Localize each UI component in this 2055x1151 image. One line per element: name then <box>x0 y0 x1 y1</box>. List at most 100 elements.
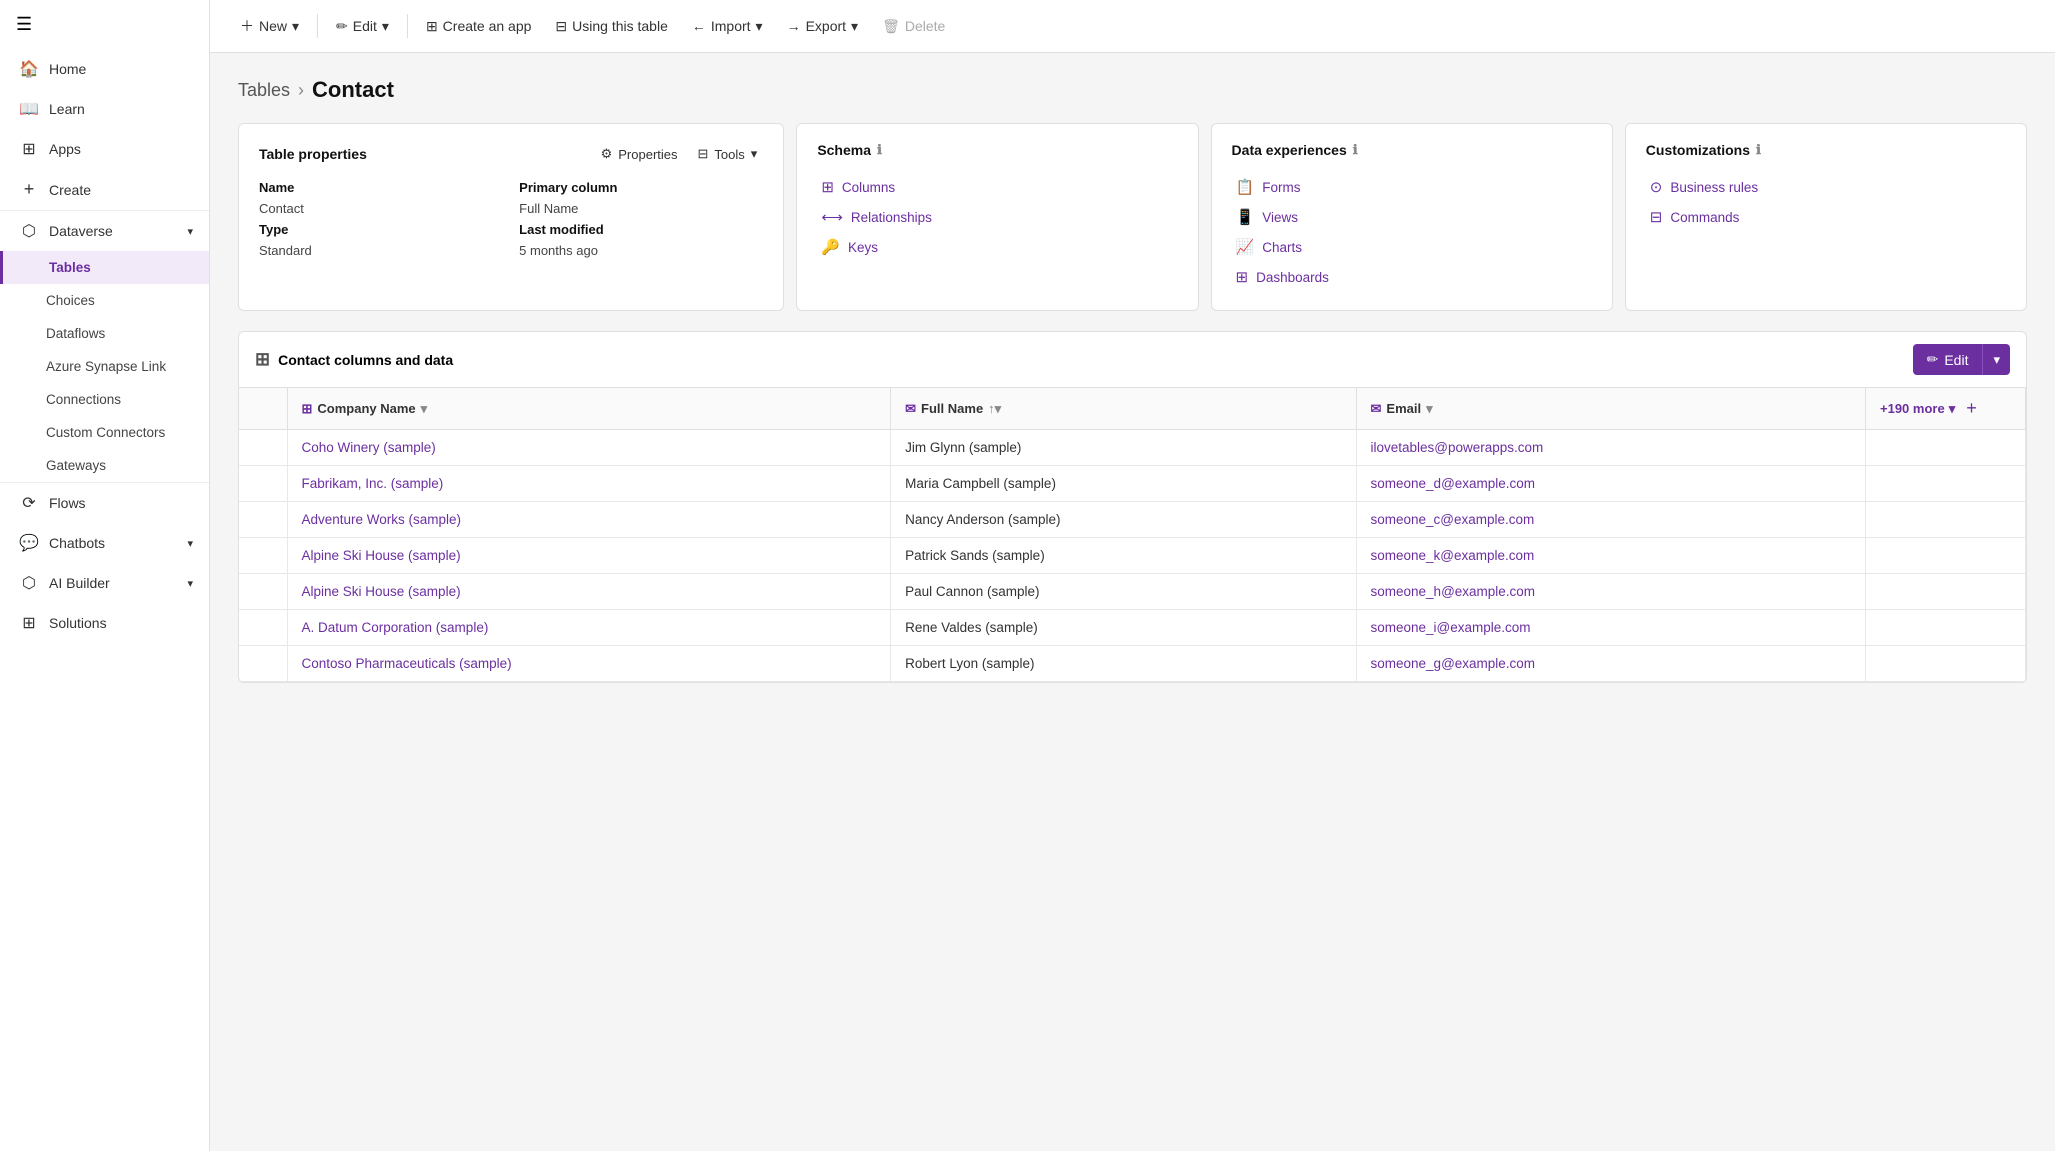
views-link[interactable]: 📱 Views <box>1232 202 1592 232</box>
row-checkbox-cell <box>239 538 287 574</box>
name-value: Contact <box>259 201 503 216</box>
views-label: Views <box>1262 210 1298 225</box>
table-header-row: ⊞ Company Name ▾ ✉ Full Name ↑▾ <box>239 388 2026 430</box>
edit-group: ✏ Edit ▾ <box>1913 344 2010 375</box>
company-name-cell: Coho Winery (sample) <box>287 430 891 466</box>
sidebar-item-home[interactable]: 🏠 Home <box>0 49 209 89</box>
properties-button[interactable]: ⚙ Properties <box>595 142 684 166</box>
schema-card: Schema ℹ ⊞ Columns ⟷ Relationships 🔑 Key… <box>796 123 1198 311</box>
sidebar-item-connections[interactable]: Connections <box>0 383 209 416</box>
delete-label: Delete <box>905 18 945 34</box>
sidebar-item-gateways[interactable]: Gateways <box>0 449 209 482</box>
table-edit-button[interactable]: ✏ Edit <box>1913 344 1983 375</box>
properties-label: Properties <box>618 147 677 162</box>
dashboards-link[interactable]: ⊞ Dashboards <box>1232 262 1592 292</box>
topbar-divider-2 <box>407 14 408 38</box>
sidebar-item-chatbots[interactable]: 💬 Chatbots ▾ <box>0 523 209 563</box>
import-button[interactable]: ← Import ▾ <box>682 12 773 41</box>
edit-button[interactable]: ✏ Edit ▾ <box>326 12 399 41</box>
export-icon: → <box>787 18 801 34</box>
sidebar-item-solutions[interactable]: ⊞ Solutions <box>0 603 209 643</box>
sidebar-item-ai-builder[interactable]: ⬡ AI Builder ▾ <box>0 563 209 603</box>
more-cols-header[interactable]: +190 more ▾ + <box>1866 388 2026 430</box>
tools-label: Tools <box>714 147 744 162</box>
last-modified-value: 5 months ago <box>519 243 763 258</box>
sidebar-item-create[interactable]: + Create <box>0 169 209 210</box>
email-cell: someone_h@example.com <box>1356 574 1865 610</box>
sidebar-item-learn[interactable]: 📖 Learn <box>0 89 209 129</box>
table-row: Coho Winery (sample) Jim Glynn (sample) … <box>239 430 2026 466</box>
customizations-card: Customizations ℹ ⊙ Business rules ⊟ Comm… <box>1625 123 2027 311</box>
page-content: Tables › Contact Table properties ⚙ Prop… <box>210 53 2055 1151</box>
charts-link[interactable]: 📈 Charts <box>1232 232 1592 262</box>
more-cols-label: +190 more <box>1880 401 1945 416</box>
keys-label: Keys <box>848 240 878 255</box>
type-value: Standard <box>259 243 503 258</box>
add-column-button[interactable]: + <box>1960 398 1983 419</box>
ai-builder-label: AI Builder <box>49 575 110 591</box>
relationships-label: Relationships <box>851 210 932 225</box>
sidebar-item-choices[interactable]: Choices <box>0 284 209 317</box>
sidebar-item-azure-synapse[interactable]: Azure Synapse Link <box>0 350 209 383</box>
solutions-label: Solutions <box>49 615 107 631</box>
business-rules-label: Business rules <box>1670 180 1758 195</box>
commands-link[interactable]: ⊟ Commands <box>1646 202 2006 232</box>
extra-cell <box>1866 610 2026 646</box>
import-label: Import <box>711 18 751 34</box>
extra-cell <box>1866 430 2026 466</box>
topbar: ＋ New ▾ ✏ Edit ▾ ⊞ Create an app ⊟ Using… <box>210 0 2055 53</box>
breadcrumb-tables[interactable]: Tables <box>238 80 290 101</box>
company-name-cell: Alpine Ski House (sample) <box>287 574 891 610</box>
full-name-cell: Robert Lyon (sample) <box>891 646 1356 682</box>
full-name-cell: Paul Cannon (sample) <box>891 574 1356 610</box>
columns-link[interactable]: ⊞ Columns <box>817 172 1177 202</box>
email-header[interactable]: ✉ Email ▾ <box>1356 388 1865 430</box>
sidebar-item-apps[interactable]: ⊞ Apps <box>0 129 209 169</box>
columns-label: Columns <box>842 180 895 195</box>
edit-pencil-icon: ✏ <box>336 18 348 35</box>
learn-icon: 📖 <box>19 99 39 119</box>
email-label: Email <box>1386 401 1421 416</box>
full-name-header[interactable]: ✉ Full Name ↑▾ <box>891 388 1356 430</box>
keys-icon: 🔑 <box>821 238 840 256</box>
keys-link[interactable]: 🔑 Keys <box>817 232 1177 262</box>
breadcrumb: Tables › Contact <box>238 77 2027 103</box>
sidebar-item-tables[interactable]: Tables <box>0 251 209 284</box>
row-checkbox-cell <box>239 574 287 610</box>
new-button[interactable]: ＋ New ▾ <box>230 10 309 42</box>
email-cell: someone_c@example.com <box>1356 502 1865 538</box>
forms-icon: 📋 <box>1236 178 1255 196</box>
data-exp-info-icon: ℹ <box>1353 142 1358 158</box>
sidebar-item-custom-connectors[interactable]: Custom Connectors <box>0 416 209 449</box>
sidebar-item-dataverse[interactable]: ⬡ Dataverse ▾ <box>0 211 209 251</box>
row-selector-header <box>239 388 287 430</box>
table-grid-icon: ⊞ <box>255 349 270 370</box>
delete-button[interactable]: 🗑 Delete <box>872 12 955 41</box>
table-row: Adventure Works (sample) Nancy Anderson … <box>239 502 2026 538</box>
data-table-section: ⊞ Contact columns and data ✏ Edit ▾ <box>238 331 2027 683</box>
relationships-link[interactable]: ⟷ Relationships <box>817 202 1177 232</box>
sidebar-item-dataflows[interactable]: Dataflows <box>0 317 209 350</box>
sidebar-item-flows[interactable]: ⟳ Flows <box>0 483 209 523</box>
fullname-col-icon: ✉ <box>905 401 916 417</box>
data-section-header: ⊞ Contact columns and data ✏ Edit ▾ <box>239 332 2026 388</box>
hamburger-icon[interactable]: ☰ <box>16 14 32 35</box>
table-props-label: Table properties <box>259 146 367 162</box>
row-checkbox-cell <box>239 646 287 682</box>
tools-button[interactable]: ⊟ Tools ▾ <box>692 142 764 166</box>
forms-link[interactable]: 📋 Forms <box>1232 172 1592 202</box>
row-checkbox-cell <box>239 610 287 646</box>
using-table-button[interactable]: ⊟ Using this table <box>545 12 677 41</box>
edit-dropdown-button[interactable]: ▾ <box>1982 344 2010 375</box>
full-name-cell: Patrick Sands (sample) <box>891 538 1356 574</box>
data-experiences-card: Data experiences ℹ 📋 Forms 📱 Views 📈 Cha… <box>1211 123 1613 311</box>
company-name-header[interactable]: ⊞ Company Name ▾ <box>287 388 891 430</box>
more-columns-button[interactable]: +190 more ▾ <box>1880 401 1955 417</box>
export-button[interactable]: → Export ▾ <box>777 12 869 41</box>
edit-label: Edit <box>353 18 377 34</box>
dataverse-section: ⬡ Dataverse ▾ Tables Choices Dataflows A… <box>0 210 209 482</box>
chevron-down-icon: ▾ <box>292 18 299 35</box>
business-rules-link[interactable]: ⊙ Business rules <box>1646 172 2006 202</box>
email-cell: someone_k@example.com <box>1356 538 1865 574</box>
create-app-button[interactable]: ⊞ Create an app <box>416 12 541 41</box>
